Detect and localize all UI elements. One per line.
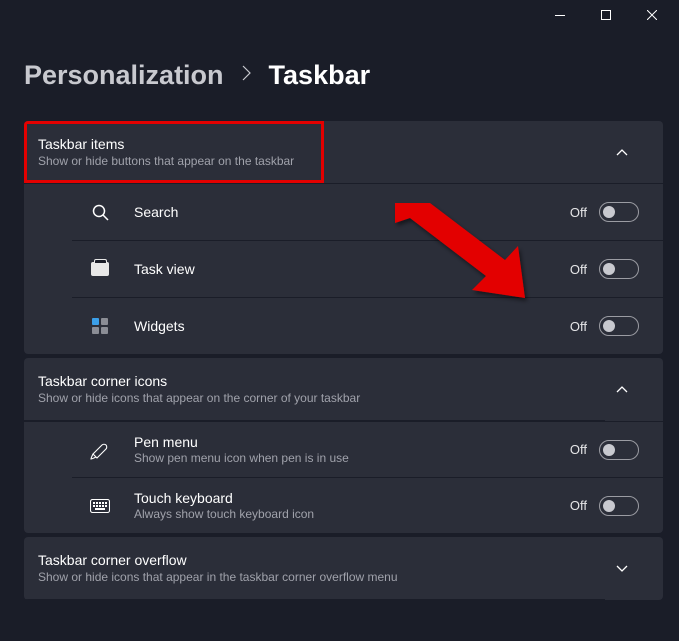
chevron-right-icon <box>242 64 251 87</box>
breadcrumb: Personalization Taskbar <box>24 60 663 91</box>
taskbar-corner-overflow-panel: Taskbar corner overflow Show or hide ico… <box>24 537 663 600</box>
item-sublabel: Always show touch keyboard icon <box>134 507 570 521</box>
keyboard-icon <box>88 494 112 518</box>
window-titlebar <box>0 0 679 30</box>
maximize-button[interactable] <box>583 0 629 30</box>
item-label: Widgets <box>134 318 570 334</box>
widgets-icon <box>88 314 112 338</box>
toggle-state: Off <box>570 498 587 513</box>
taskbar-items-panel: Taskbar items Show or hide buttons that … <box>24 121 663 354</box>
close-button[interactable] <box>629 0 675 30</box>
panel-subtitle: Show or hide icons that appear in the ta… <box>38 570 398 584</box>
item-label: Touch keyboard <box>134 490 570 506</box>
search-icon <box>88 200 112 224</box>
widgets-toggle[interactable] <box>599 316 639 336</box>
minimize-button[interactable] <box>537 0 583 30</box>
item-sublabel: Show pen menu icon when pen is in use <box>134 451 570 465</box>
taskbar-corner-icons-panel: Taskbar corner icons Show or hide icons … <box>24 358 663 533</box>
item-task-view: Task view Off <box>72 241 663 298</box>
panel-subtitle: Show or hide buttons that appear on the … <box>38 154 294 168</box>
panel-title: Taskbar corner icons <box>38 373 360 389</box>
corner-overflow-header[interactable]: Taskbar corner overflow Show or hide ico… <box>24 537 663 600</box>
toggle-state: Off <box>570 262 587 277</box>
toggle-state: Off <box>570 319 587 334</box>
pen-icon <box>88 438 112 462</box>
toggle-state: Off <box>570 205 587 220</box>
panel-title: Taskbar corner overflow <box>38 552 398 568</box>
chevron-down-icon <box>605 565 639 572</box>
panel-subtitle: Show or hide icons that appear on the co… <box>38 391 360 405</box>
chevron-up-icon <box>605 386 639 393</box>
item-touch-keyboard: Touch keyboard Always show touch keyboar… <box>72 478 663 533</box>
pen-menu-toggle[interactable] <box>599 440 639 460</box>
toggle-state: Off <box>570 442 587 457</box>
breadcrumb-current: Taskbar <box>269 60 371 91</box>
task-view-icon <box>88 257 112 281</box>
task-view-toggle[interactable] <box>599 259 639 279</box>
taskbar-items-header[interactable]: Taskbar items Show or hide buttons that … <box>24 121 663 184</box>
item-label: Task view <box>134 261 570 277</box>
corner-icons-header[interactable]: Taskbar corner icons Show or hide icons … <box>24 358 663 422</box>
breadcrumb-parent[interactable]: Personalization <box>24 60 224 91</box>
panel-title: Taskbar items <box>38 136 294 152</box>
search-toggle[interactable] <box>599 202 639 222</box>
touch-keyboard-toggle[interactable] <box>599 496 639 516</box>
item-label: Search <box>134 204 570 220</box>
item-pen-menu: Pen menu Show pen menu icon when pen is … <box>72 422 663 478</box>
chevron-up-icon <box>605 149 639 156</box>
item-widgets: Widgets Off <box>72 298 663 354</box>
item-search: Search Off <box>72 184 663 241</box>
item-label: Pen menu <box>134 434 570 450</box>
